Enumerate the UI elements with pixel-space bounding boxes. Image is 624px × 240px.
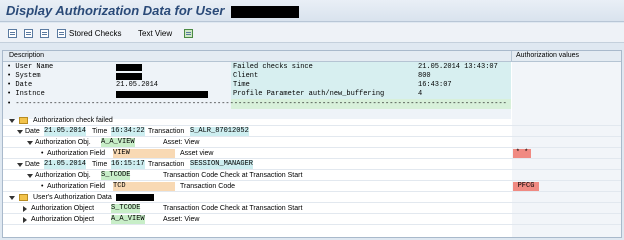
redacted-instance (116, 91, 208, 98)
auth-values-column-header[interactable]: Authorization values (516, 52, 579, 59)
auth-field-description: Transaction Code (180, 183, 235, 190)
auth-object-name: S_TCODE (101, 171, 131, 180)
tree-node-check-1[interactable]: Date 21.05.2014 Time 16:34:22 Transactio… (3, 127, 621, 137)
check-date: 21.05.2014 (44, 127, 87, 136)
auth-field-name: VIEW (113, 149, 175, 158)
page-title: Display Authorization Data for User (6, 3, 300, 18)
date-label: Date (25, 128, 40, 135)
client-label: Client (233, 72, 259, 80)
date-label: Date (25, 161, 40, 168)
folder-icon (19, 194, 28, 201)
transaction-code: SESSION_MANAGER (190, 160, 254, 169)
stored-checks-button[interactable]: Stored Checks (57, 27, 121, 39)
auth-field-value: * * (513, 149, 531, 158)
expand-arrow-icon[interactable] (9, 119, 15, 123)
separator-line: • --------------------------------------… (7, 100, 507, 108)
auth-field-description: Asset view (180, 150, 214, 157)
collapse-arrow-icon[interactable] (23, 217, 27, 223)
redacted-username (231, 5, 300, 18)
auth-object-name: A_A_VIEW (111, 215, 145, 224)
tree-node-user-auth-object[interactable]: Authorization Object S_TCODE Transaction… (3, 204, 621, 214)
auth-object-description: Transaction Code Check at Transaction St… (163, 205, 303, 212)
failed-checks-value: 21.05.2014 13:43:07 (418, 63, 498, 71)
toolbar: Stored Checks Text View (0, 23, 624, 43)
info-block: • User Name • System • Date • Instnce 21… (3, 62, 511, 119)
time-value: 16:43:07 (418, 81, 452, 89)
auth-object-description: Transaction Code Check at Transaction St… (163, 172, 303, 179)
auth-object-label: Authorization Object (31, 216, 95, 223)
auth-object-description: Asset: View (163, 216, 200, 223)
auth-field-label: Authorization Field (47, 150, 105, 157)
user-name-label: • User Name (7, 63, 54, 71)
auth-object-name: A_A_VIEW (101, 138, 135, 147)
time-label: Time (233, 81, 250, 89)
expand-arrow-icon[interactable] (9, 196, 15, 200)
bullet: • (41, 183, 44, 190)
text-view-button[interactable]: Text View (138, 27, 172, 39)
auth-object-label: Authorization Obj. (35, 172, 91, 179)
tree-node-user-auth-data[interactable]: User's Authorization Data (3, 193, 621, 203)
date-value: 21.05.2014 (116, 81, 159, 89)
redacted-user (116, 64, 142, 71)
time-label: Time (92, 128, 108, 135)
stored-checks-label: Stored Checks (69, 28, 122, 38)
time-label: Time (92, 161, 108, 168)
bullet: • (41, 150, 44, 157)
tree-node-auth-check-failed[interactable]: Authorization check failed (3, 116, 621, 126)
tree-node-label: User's Authorization Data (33, 194, 112, 201)
system-label: • System (7, 72, 41, 80)
column-header: Description Authorization values (3, 51, 621, 62)
text-view-label: Text View (138, 28, 173, 38)
auth-field-name: TCD (113, 182, 175, 191)
tree-node-label: Authorization check failed (33, 117, 113, 124)
title-bar: Display Authorization Data for User (0, 0, 624, 22)
expand-arrow-icon[interactable] (17, 130, 23, 134)
check-failed-icon (19, 117, 28, 124)
collapse-arrow-icon[interactable] (23, 206, 27, 212)
auth-object-name: S_TCODE (111, 204, 141, 213)
collapse-all-button[interactable] (24, 27, 33, 39)
expand-arrow-icon[interactable] (27, 141, 33, 145)
tree-node-user-auth-object[interactable]: Authorization Object A_A_VIEW Asset: Vie… (3, 215, 621, 225)
stored-checks-icon (57, 28, 66, 38)
page-title-text: Display Authorization Data for User (6, 3, 225, 18)
description-column-header[interactable]: Description (9, 52, 44, 59)
client-value: 800 (418, 72, 431, 80)
profile-parameter-value: 4 (418, 90, 423, 98)
check-time: 16:15:17 (111, 160, 145, 169)
tree-node-auth-field[interactable]: • Authorization Field VIEW Asset view * … (3, 149, 621, 159)
transaction-label: Transaction (148, 161, 185, 168)
redacted-system (116, 73, 142, 80)
auth-object-label: Authorization Obj. (35, 139, 91, 146)
auth-field-value: PFCG (513, 182, 539, 191)
instnce-label: • Instnce (7, 90, 45, 98)
export-icon (184, 28, 193, 38)
tree-node-auth-object[interactable]: Authorization Obj. A_A_VIEW Asset: View (3, 138, 621, 148)
details-button[interactable] (40, 27, 49, 39)
profile-parameter-label: Profile Parameter auth/new_buffering (233, 90, 385, 98)
check-date: 21.05.2014 (44, 160, 87, 169)
transaction-code: S_ALR_87012052 (190, 127, 249, 136)
collapse-all-icon (24, 28, 33, 38)
transaction-label: Transaction (148, 128, 185, 135)
tree-node-auth-object[interactable]: Authorization Obj. S_TCODE Transaction C… (3, 171, 621, 181)
expand-arrow-icon[interactable] (17, 163, 23, 167)
authorization-tree-panel: Description Authorization values • User … (2, 50, 622, 238)
tree-node-check-2[interactable]: Date 21.05.2014 Time 16:15:17 Transactio… (3, 160, 621, 170)
auth-object-description: Asset: View (163, 139, 200, 146)
auth-object-label: Authorization Object (31, 205, 95, 212)
failed-checks-label: Failed checks since (233, 63, 313, 71)
export-button[interactable] (184, 27, 193, 39)
tree-node-auth-field[interactable]: • Authorization Field TCD Transaction Co… (3, 182, 621, 192)
expand-all-button[interactable] (8, 27, 17, 39)
expand-arrow-icon[interactable] (27, 174, 33, 178)
date-label: • Date (7, 81, 33, 89)
expand-all-icon (8, 28, 17, 38)
auth-field-label: Authorization Field (47, 183, 105, 190)
redacted-username (116, 194, 154, 201)
details-icon (40, 28, 49, 38)
check-time: 16:34:22 (111, 127, 145, 136)
